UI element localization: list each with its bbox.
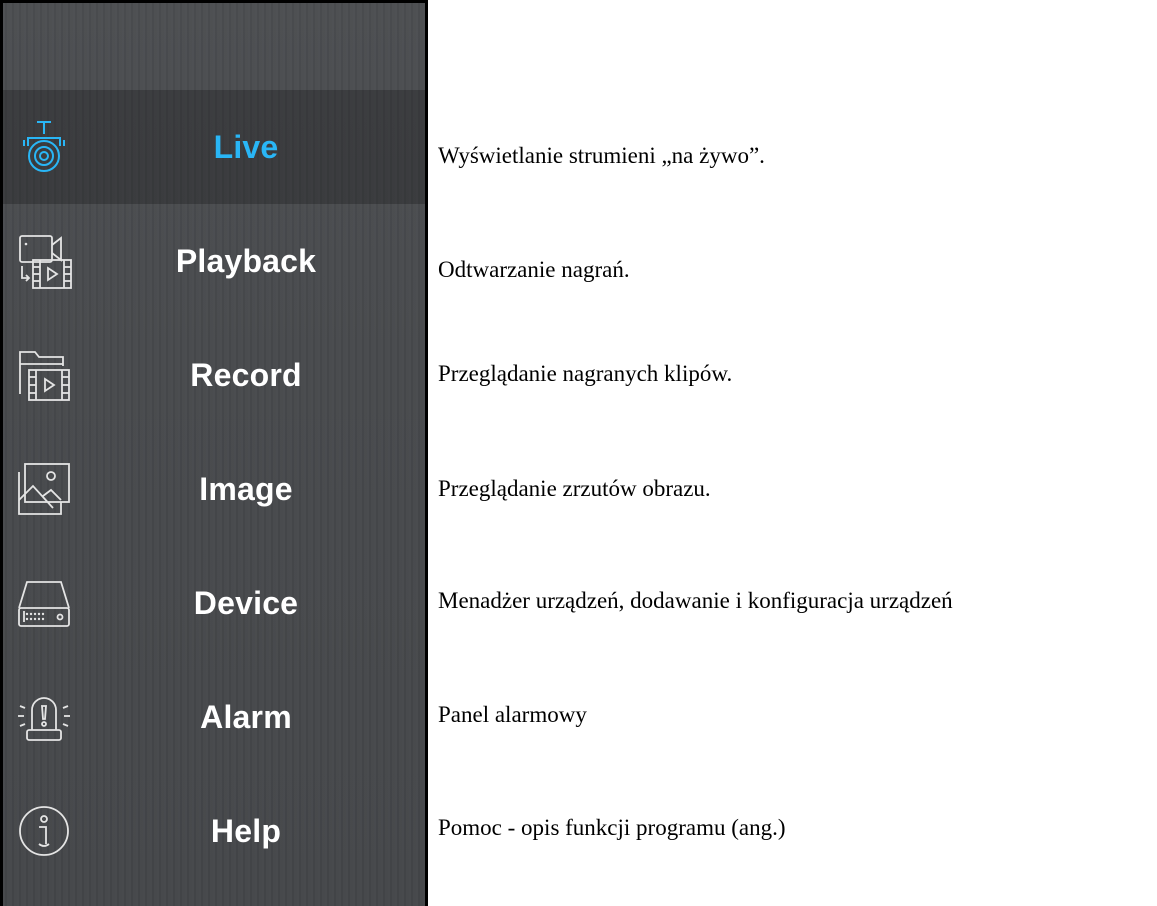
menu-item-record[interactable]: Record	[3, 318, 425, 432]
menu-label-device: Device	[193, 585, 299, 621]
record-folder-icon	[13, 344, 75, 406]
camera-icon	[13, 116, 75, 178]
side-menu: Live Playback Record Image Device Alarm …	[0, 0, 428, 906]
menu-item-playback[interactable]: Playback	[3, 204, 425, 318]
menu-label-alarm: Alarm	[200, 699, 292, 735]
description-image: Przeglądanie zrzutów obrazu.	[438, 476, 711, 501]
alarm-icon	[13, 686, 75, 748]
description-playback: Odtwarzanie nagrań.	[438, 257, 630, 282]
playback-icon	[13, 230, 75, 292]
menu-item-help[interactable]: Help	[3, 774, 425, 888]
description-record: Przeglądanie nagranych klipów.	[438, 361, 733, 386]
menu-label-record: Record	[190, 357, 302, 393]
description-help: Pomoc - opis funkcji programu (ang.)	[438, 815, 786, 840]
menu-item-image[interactable]: Image	[3, 432, 425, 546]
device-icon	[13, 572, 75, 634]
description-device: Menadżer urządzeń, dodawanie i konfigura…	[438, 588, 953, 613]
description-live: Wyświetlanie strumieni „na żywo”.	[438, 143, 765, 168]
menu-label-live: Live	[213, 129, 279, 165]
menu-label-playback: Playback	[175, 243, 317, 279]
menu-label-help: Help	[210, 813, 282, 849]
description-alarm: Panel alarmowy	[438, 702, 587, 727]
help-icon	[13, 800, 75, 862]
menu-item-live[interactable]: Live	[3, 90, 425, 204]
menu-item-device[interactable]: Device	[3, 546, 425, 660]
image-icon	[13, 458, 75, 520]
menu-label-image: Image	[199, 471, 293, 507]
menu-item-alarm[interactable]: Alarm	[3, 660, 425, 774]
